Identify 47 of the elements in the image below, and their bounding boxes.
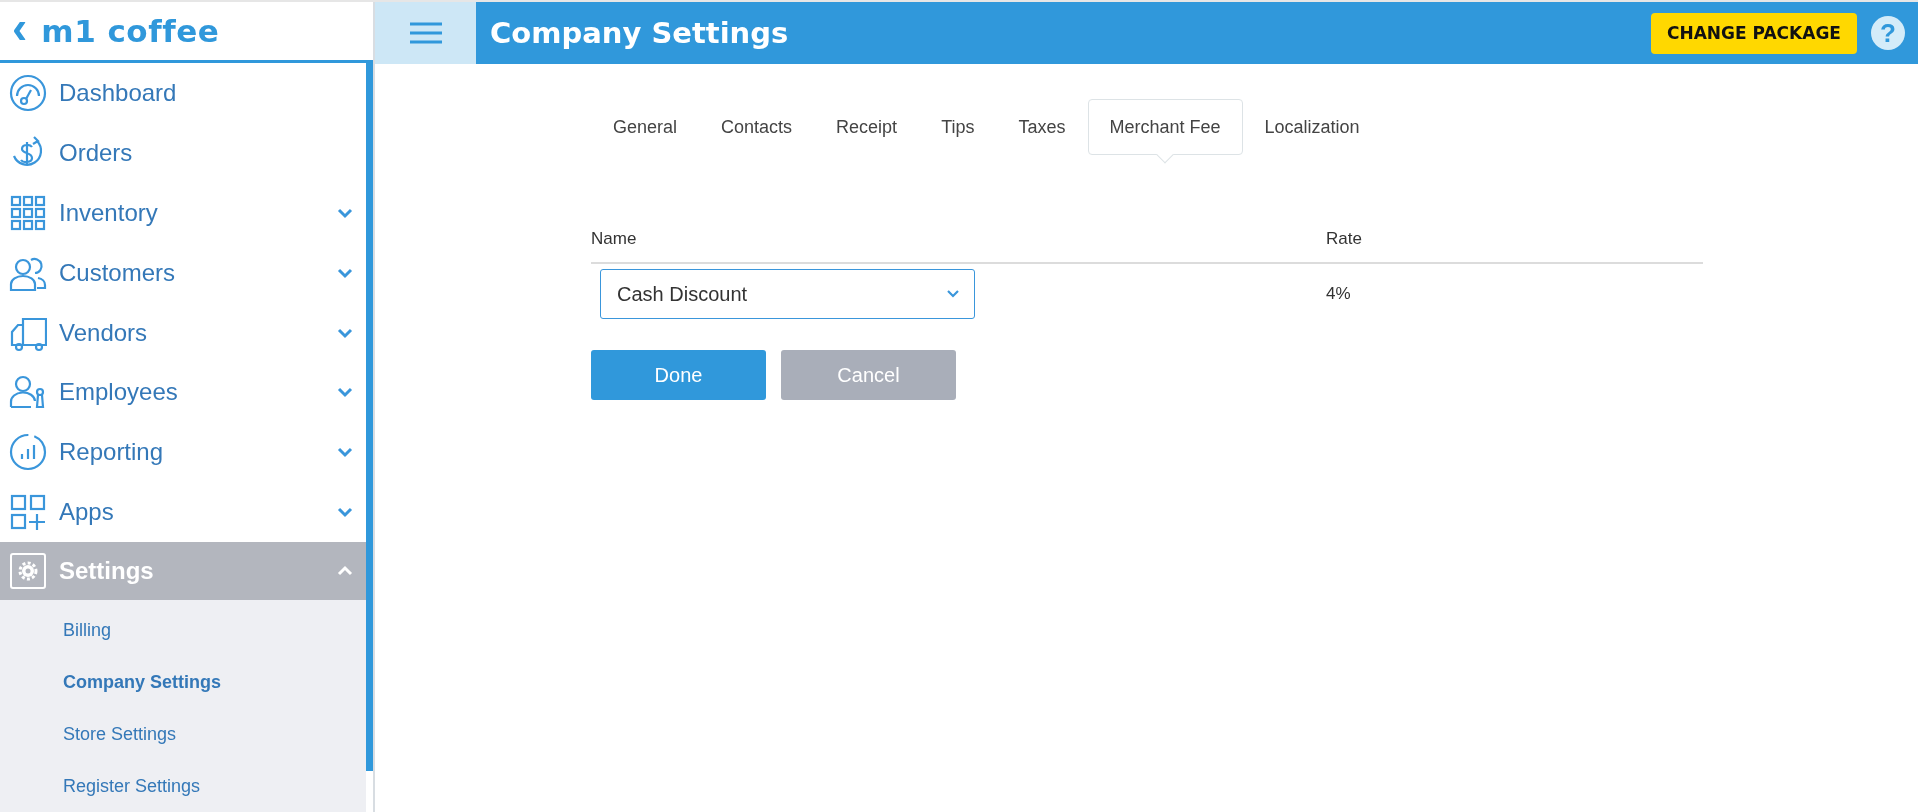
nav-label: Customers: [59, 258, 177, 287]
gear-icon: [9, 552, 47, 591]
gauge-icon: [9, 73, 47, 112]
back-button[interactable]: ‹: [0, 4, 42, 58]
nav-item[interactable]: Apps: [0, 482, 366, 543]
apps-plus-icon: [9, 493, 47, 532]
nav-item[interactable]: Reporting: [0, 422, 366, 483]
help-button[interactable]: ?: [1871, 16, 1905, 50]
nav-item[interactable]: Dashboard: [0, 63, 366, 123]
nav-label: Reporting: [59, 438, 165, 467]
tab[interactable]: Tips: [919, 99, 997, 155]
submenu-item[interactable]: Store Settings: [0, 708, 366, 760]
nav-label: Inventory: [59, 198, 159, 227]
submenu-item[interactable]: Register Settings: [0, 760, 366, 812]
submenu-item[interactable]: Company Settings: [0, 656, 366, 708]
nav-label: Dashboard: [59, 78, 178, 107]
change-package-button[interactable]: CHANGE PACKAGE: [1651, 12, 1857, 54]
menu-icon: [408, 21, 443, 45]
column-header: Name: [591, 229, 638, 249]
chevron-down-icon: [946, 289, 960, 299]
grid-icon: [9, 193, 47, 232]
nav-label: Vendors: [59, 318, 149, 347]
tab[interactable]: Receipt: [814, 99, 920, 155]
tab[interactable]: Localization: [1242, 99, 1382, 155]
column-header: Rate: [1326, 229, 1363, 249]
tab[interactable]: Taxes: [996, 99, 1088, 155]
action-button[interactable]: Done: [591, 350, 766, 400]
nav-item[interactable]: Customers: [0, 242, 366, 303]
nav-label: Orders: [59, 138, 134, 167]
nav-item[interactable]: Orders: [0, 122, 366, 183]
submenu-item[interactable]: Billing: [0, 604, 366, 656]
rate-value: 4%: [1326, 284, 1351, 303]
menu-button[interactable]: [375, 2, 476, 64]
nav-item[interactable]: Vendors: [0, 302, 366, 363]
tab[interactable]: Contacts: [699, 99, 815, 155]
nav-label: Apps: [59, 498, 115, 527]
name-dropdown[interactable]: Cash Discount: [600, 269, 975, 319]
nav-item[interactable]: Inventory: [0, 182, 366, 243]
scrollbar[interactable]: [366, 63, 373, 771]
brand-name: m1 coffee: [41, 13, 220, 49]
bar-chart-icon: [9, 433, 47, 472]
dropdown-value: Cash Discount: [617, 282, 748, 306]
nav-item[interactable]: Employees: [0, 362, 366, 423]
nav-label: Employees: [59, 378, 179, 407]
nav-label: Settings: [59, 557, 155, 586]
tab[interactable]: General: [591, 99, 700, 155]
page-title: Company Settings: [490, 16, 789, 50]
